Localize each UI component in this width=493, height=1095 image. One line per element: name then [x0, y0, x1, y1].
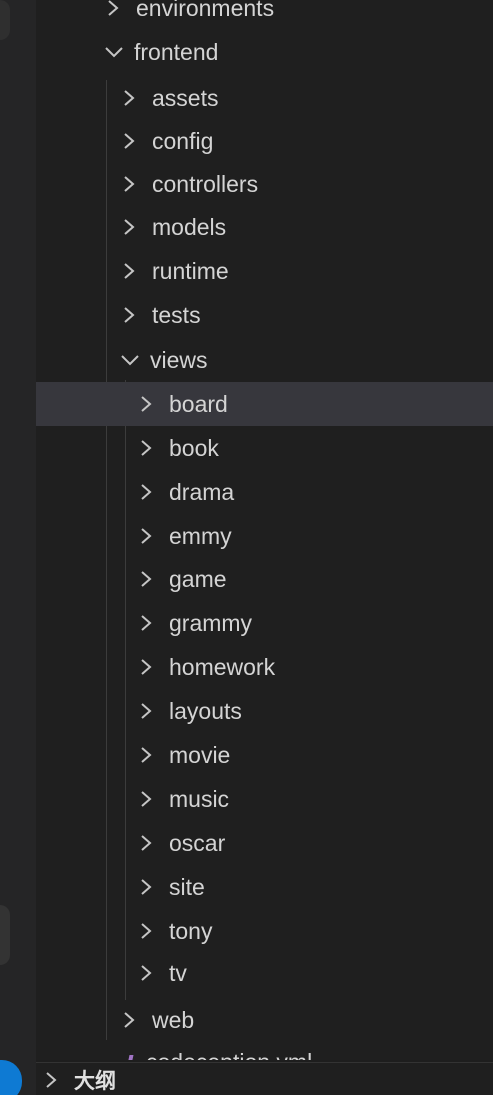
tree-item-grammy[interactable]: grammy: [36, 601, 493, 645]
tree-item-assets[interactable]: assets: [36, 76, 493, 120]
chevron-right-icon: [139, 744, 163, 766]
tree-item-emmy[interactable]: emmy: [36, 514, 493, 558]
chevron-right-icon: [122, 130, 146, 152]
tree-item-label: views: [150, 346, 208, 373]
tree-item-label: music: [169, 785, 230, 812]
tree-item-models[interactable]: models: [36, 205, 493, 249]
chevron-right-icon: [139, 568, 163, 590]
tree-item-label: assets: [152, 84, 219, 111]
tree-item-label: runtime: [152, 257, 229, 284]
chevron-right-icon: [139, 656, 163, 678]
tree-item-game[interactable]: game: [36, 557, 493, 601]
chevron-right-icon: [122, 304, 146, 326]
chevron-right-icon: [139, 832, 163, 854]
chevron-right-icon: [139, 612, 163, 634]
chevron-right-icon: [139, 393, 163, 415]
chevron-right-icon: [122, 216, 146, 238]
tree-item-drama[interactable]: drama: [36, 470, 493, 514]
activity-bar-item[interactable]: [0, 905, 10, 965]
chevron-right-icon: [139, 481, 163, 503]
chevron-right-icon: [139, 788, 163, 810]
tree-item-web[interactable]: web: [36, 998, 493, 1042]
tree-item-label: tv: [169, 959, 187, 986]
chevron-right-icon: [139, 920, 163, 942]
tree-item-label: site: [169, 873, 205, 900]
outline-label: 大纲: [74, 1069, 116, 1093]
tree-item-label: tony: [169, 917, 213, 944]
tree-item-views[interactable]: views: [36, 338, 493, 382]
tree-item-tony[interactable]: tony: [36, 909, 493, 953]
tree-item-label: codeception.yml: [146, 1049, 312, 1061]
tree-item-homework[interactable]: homework: [36, 645, 493, 689]
tree-item-music[interactable]: music: [36, 777, 493, 821]
tree-item-book[interactable]: book: [36, 426, 493, 470]
tree-item-label: board: [169, 390, 228, 417]
tree-item-label: drama: [169, 478, 235, 505]
tree-item-label: models: [152, 213, 227, 240]
tree-item-label: web: [152, 1006, 195, 1033]
tree-item-frontend[interactable]: frontend: [36, 30, 493, 74]
chevron-right-icon: [139, 700, 163, 722]
tree-item-label: config: [152, 127, 214, 154]
tree-item-label: frontend: [134, 38, 219, 65]
vscode-explorer-window: environments frontend assets config cont…: [0, 0, 493, 1095]
tree-item-movie[interactable]: movie: [36, 733, 493, 777]
chevron-right-icon: [122, 260, 146, 282]
chevron-right-icon: [139, 876, 163, 898]
tree-item-site[interactable]: site: [36, 865, 493, 909]
tree-item-label: controllers: [152, 170, 259, 197]
tree-item-label: environments: [136, 0, 275, 21]
activity-bar: [0, 0, 36, 1095]
tree-item-label: layouts: [169, 697, 242, 724]
chevron-right-icon: [139, 962, 163, 984]
chevron-right-icon: [122, 87, 146, 109]
tree-item-label: tests: [152, 301, 201, 328]
outline-section-header[interactable]: 大纲: [36, 1062, 493, 1095]
tree-item-board[interactable]: board: [36, 382, 493, 426]
tree-item-tv[interactable]: tv: [36, 951, 493, 995]
chevron-right-icon: [122, 173, 146, 195]
accounts-badge[interactable]: [0, 1060, 22, 1095]
tree-item-config[interactable]: config: [36, 119, 493, 163]
chevron-right-icon: [139, 437, 163, 459]
chevron-right-icon: [122, 1009, 146, 1031]
tree-item-oscar[interactable]: oscar: [36, 821, 493, 865]
tree-item-label: game: [169, 565, 227, 592]
tree-item-label: oscar: [169, 829, 226, 856]
yml-file-icon: [126, 1055, 134, 1060]
chevron-down-icon: [120, 353, 144, 367]
tree-item-label: grammy: [169, 609, 253, 636]
tree-item-layouts[interactable]: layouts: [36, 689, 493, 733]
tree-item-label: emmy: [169, 522, 232, 549]
chevron-right-icon: [106, 0, 130, 19]
activity-bar-top-item[interactable]: [0, 0, 10, 40]
tree-item-codeception-yml[interactable]: codeception.yml: [36, 1040, 493, 1060]
tree-item-label: homework: [169, 653, 276, 680]
tree-item-controllers[interactable]: controllers: [36, 162, 493, 206]
chevron-down-icon: [104, 45, 128, 59]
tree-item-label: book: [169, 434, 219, 461]
chevron-right-icon: [139, 525, 163, 547]
tree-item-tests[interactable]: tests: [36, 293, 493, 337]
chevron-right-icon: [44, 1070, 68, 1090]
tree-item-runtime[interactable]: runtime: [36, 249, 493, 293]
tree-item-label: movie: [169, 741, 231, 768]
file-explorer-tree: environments frontend assets config cont…: [36, 0, 493, 1060]
tree-item-environments[interactable]: environments: [36, 0, 493, 30]
